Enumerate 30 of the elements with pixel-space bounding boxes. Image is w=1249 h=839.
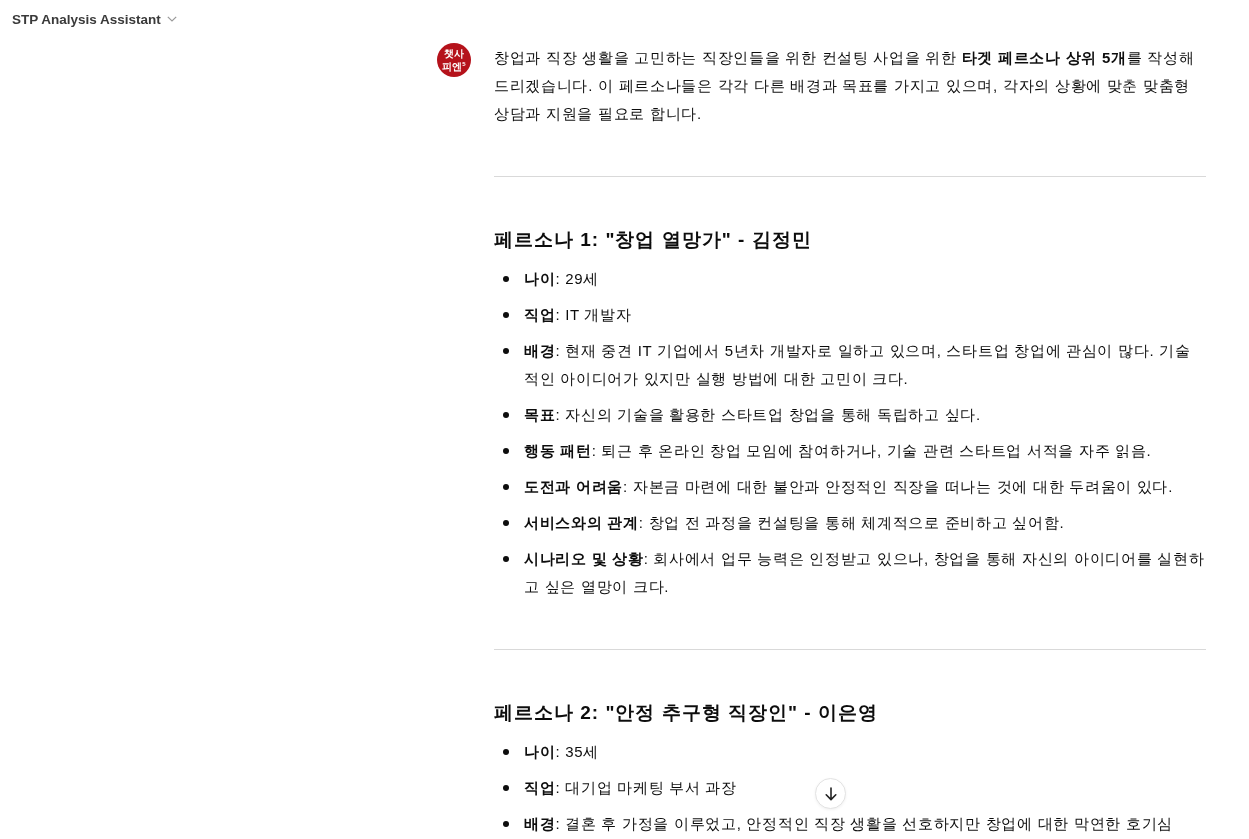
list-item-text: 배경: 결혼 후 가정을 이루었고, 안정적인 직장 생활을 선호하지만 창업에 대한 막연한 호기심 [524, 814, 1174, 834]
avatar-logo: 챗사 피엔$^{5}$ [437, 43, 471, 77]
chevron-down-icon [166, 16, 177, 22]
bullet-icon [503, 348, 509, 354]
bullet-icon [503, 821, 509, 827]
persona-heading: 페르소나 2: "안정 추구형 직장인" - 이은영 [494, 701, 879, 725]
list-item-text: 나이: 29세 [524, 269, 599, 289]
list-item-text: 직업: IT 개발자 [524, 305, 632, 325]
bullet-icon [503, 312, 509, 318]
bullet-icon [503, 448, 509, 454]
list-item-text: 나이: 35세 [524, 742, 599, 762]
persona-heading: 페르소나 1: "창업 열망가" - 김정민 [494, 228, 813, 252]
bullet-icon [503, 785, 509, 791]
bullet-icon [503, 556, 509, 562]
arrow-down-icon [824, 786, 837, 801]
list-item-text: 행동 패턴: 퇴근 후 온라인 창업 모임에 참여하거나, 기술 관련 스타트업 서적을 자주 읽음. [524, 441, 1152, 461]
bullet-icon [503, 412, 509, 418]
bullet-icon [503, 520, 509, 526]
list-item-text: 서비스와의 관계: 창업 전 과정을 컨설팅을 통해 체계적으로 준비하고 싶어함. [524, 513, 1065, 533]
scroll-down-button[interactable] [815, 778, 846, 809]
assistant-menu-button[interactable]: STP Analysis Assistant [12, 11, 177, 27]
bullet-icon [503, 749, 509, 755]
list-item-text: 목표: 자신의 기술을 활용한 스타트업 창업을 통해 독립하고 싶다. [524, 405, 981, 425]
intro-paragraph: 창업과 직장 생활을 고민하는 직장인들을 위한 컨설팅 사업을 위한 타겟 페르소나 상위 5개를 작성해 드리겠습니다. 이 페르소나들은 각각 다른 배경과 목표를 가지고 있으며, 각자의 상황에 맞춘 맞춤형 상담과 지원을 필요로 합니다. [494, 48, 1196, 124]
bullet-icon [503, 484, 509, 490]
bullet-icon [503, 276, 509, 282]
list-item-text: 직업: 대기업 마케팅 부서 과장 [524, 778, 737, 798]
list-item-text: 도전과 어려움: 자본금 마련에 대한 불안과 안정적인 직장을 떠나는 것에 대한 두려움이 있다. [524, 477, 1174, 497]
list-item-text: 배경: 현재 중견 IT 기업에서 5년차 개발자로 일하고 있으며, 스타트업 창업에 관심이 많다. 기술적인 아이디어가 있지만 실행 방법에 대한 고민이 크다. [524, 341, 1192, 389]
list-item-text: 시나리오 및 상황: 회사에서 업무 능력은 인정받고 있으나, 창업을 통해 자신의 아이디어를 실현하고 싶은 열망이 크다. [524, 549, 1206, 597]
